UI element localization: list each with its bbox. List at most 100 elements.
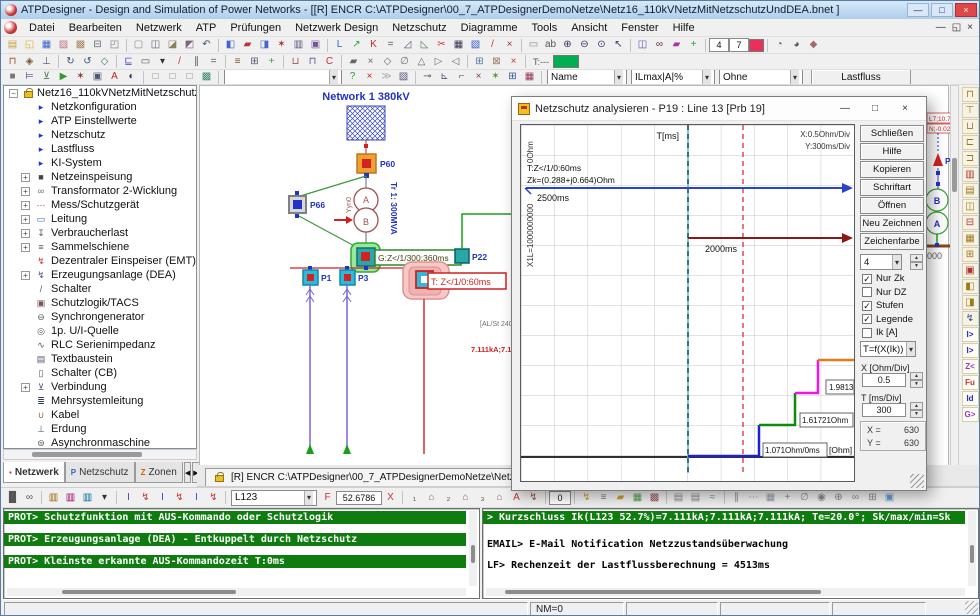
fault-3pol-icon[interactable]: ₃ [474, 490, 491, 505]
schliessen-button[interactable]: Schließen [860, 125, 924, 142]
triangle-up-icon[interactable]: △ [413, 54, 430, 69]
expander-icon[interactable]: + [21, 229, 30, 238]
menu-ansicht[interactable]: Ansicht [564, 20, 614, 36]
shape-menu-icon[interactable]: ▾ [154, 54, 171, 69]
menu-bearbeiten[interactable]: Bearbeiten [62, 20, 129, 36]
lightning-marker-icon[interactable]: ↯ [525, 490, 542, 505]
strip-p1-device[interactable] [933, 153, 943, 166]
align-left-icon[interactable]: ⊑ [120, 54, 137, 69]
tree-item-rlc-serienimpedanz[interactable]: ∿RLC Serienimpedanz [4, 338, 196, 352]
menu-pr-fungen[interactable]: Prüfungen [223, 20, 288, 36]
current-phase-b-icon[interactable]: I [154, 490, 171, 505]
tree-item-sammelschiene[interactable]: +≡Sammelschiene [4, 240, 196, 254]
tree-item-transformator-2-wicklung[interactable]: +∞Transformator 2-Wicklung [4, 184, 196, 198]
dim-inf-icon[interactable]: ∞ [847, 490, 864, 505]
new-network-icon[interactable]: ▤ [4, 38, 21, 53]
dim-cross-icon[interactable]: + [779, 490, 796, 505]
fill-dark-icon[interactable]: ■ [4, 70, 21, 85]
marker-icon[interactable]: ▰ [668, 38, 685, 53]
dialog-maximize-button[interactable]: □ [860, 103, 890, 114]
palette-device-8-icon[interactable]: ◧ [962, 279, 979, 294]
checkbox-box[interactable]: ✓ [862, 274, 872, 284]
checkbox-box[interactable] [862, 328, 872, 338]
tree-item-atp-einstellwerte[interactable]: ▸ATP Einstellwerte [4, 114, 196, 128]
calculation-console[interactable]: > Kurzschluss Ik(L123 52.7%)=7.111kA;7.1… [482, 508, 979, 599]
junction-add-icon[interactable]: + [263, 54, 280, 69]
palette-device-5-icon[interactable]: ▦ [962, 231, 979, 246]
sequence-a-icon[interactable]: ↯ [578, 490, 595, 505]
fault-loc-3-icon[interactable]: ⌂ [491, 490, 508, 505]
dialog-titlebar[interactable]: Netzschutz analysieren - P19 : Line 13 [… [512, 97, 926, 121]
relay-ground-icon[interactable]: G> [962, 407, 979, 422]
sequence-grid-icon[interactable]: ▦ [629, 490, 646, 505]
print-icon[interactable]: ⊟ [89, 38, 106, 53]
protection-a-icon[interactable]: ▥ [45, 490, 62, 505]
oeffnen-button[interactable]: Öffnen [860, 197, 924, 214]
stufe-combo[interactable]: 4 ▾ [860, 254, 902, 270]
window-grid-icon[interactable]: ◨ [256, 38, 273, 53]
run-icon[interactable]: ▶ [55, 70, 72, 85]
palette-device-9-icon[interactable]: ◨ [962, 295, 979, 310]
tree-item-ki-system[interactable]: ▸KI-System [4, 156, 196, 170]
diagram-a-icon[interactable]: ◿ [399, 38, 416, 53]
checkbox-box[interactable] [862, 287, 872, 297]
tree-item-mehrsystemleitung[interactable]: ≣Mehrsystemleitung [4, 394, 196, 408]
menu-netzwerk-design[interactable]: Netzwerk Design [288, 20, 385, 36]
relay-differential-icon[interactable]: Id [962, 391, 979, 406]
sequence-matrix-icon[interactable]: ▩ [646, 490, 663, 505]
zoom-level-field[interactable]: 4 [709, 38, 729, 52]
connector-icon[interactable]: ⊸ [419, 70, 436, 85]
counter-field[interactable]: 0 [549, 491, 571, 505]
console-hscrollbar[interactable] [486, 588, 965, 596]
logic-xor-icon[interactable]: ⊻ [38, 70, 55, 85]
open-icon[interactable]: ◱ [21, 38, 38, 53]
matrix-b-icon[interactable]: ▦ [521, 70, 538, 85]
board-icon[interactable]: ▣ [307, 38, 324, 53]
palette-device-1-icon[interactable]: ▥ [962, 167, 979, 182]
dropdown-arrow-icon[interactable]: ▾ [790, 70, 799, 84]
report-b-icon[interactable]: ▤ [687, 490, 704, 505]
tree-item-netzschutz[interactable]: ▸Netzschutz [4, 128, 196, 142]
dropdown-arrow-icon[interactable]: ▾ [906, 342, 915, 356]
pan-view-icon[interactable]: ◫ [634, 38, 651, 53]
palette-bus-4-icon[interactable]: ⊏ [962, 135, 979, 150]
fault-loc-1-icon[interactable]: ⌂ [423, 490, 440, 505]
save-icon[interactable]: ▦ [38, 38, 55, 53]
menu-fenster[interactable]: Fenster [614, 20, 665, 36]
tree-item-lastfluss[interactable]: ▸Lastfluss [4, 142, 196, 156]
checkbox-nur-dz[interactable]: Nur DZ [862, 286, 913, 300]
relay-overcurrent-1-icon[interactable]: I> [962, 327, 979, 342]
palette-device-2-icon[interactable]: ▤ [962, 183, 979, 198]
scroll-thumb[interactable] [32, 452, 142, 457]
dialog-resize-grip[interactable] [910, 474, 924, 488]
relay-fuse-icon[interactable]: Fu [962, 375, 979, 390]
dropdown-arrow-icon[interactable]: ▾ [329, 70, 338, 84]
delete-icon[interactable]: × [501, 38, 518, 53]
tree-item-verbindung[interactable]: +⊻Verbindung [4, 380, 196, 394]
palette-link-icon[interactable]: ↯ [962, 311, 979, 326]
tree-item-dezentraler-einspeiser-emt[interactable]: ↯Dezentraler Einspeiser (EMT) [4, 254, 196, 268]
grid-size-field[interactable]: 7 [729, 38, 749, 52]
checkbox-legende[interactable]: ✓Legende [862, 313, 913, 327]
mdi-restore-button[interactable]: ◱ [952, 22, 961, 33]
tab-zonen[interactable]: ZZonen [135, 462, 183, 483]
panel-b-icon[interactable]: ▣ [89, 70, 106, 85]
fault-phase-combo[interactable]: L123▾ [231, 490, 317, 506]
tab-netzwerk[interactable]: ▪Netzwerk [3, 462, 65, 483]
dim-grid-icon[interactable]: ▦ [762, 490, 779, 505]
new-sheet-icon[interactable]: ▢ [130, 38, 147, 53]
palette-bus-3-icon[interactable]: ⊔ [962, 119, 979, 134]
pattern-box-icon[interactable]: ▩ [198, 70, 215, 85]
shape-rect-icon[interactable]: ▭ [137, 54, 154, 69]
null-tool-icon[interactable]: ∅ [396, 54, 413, 69]
tree-item-leitung[interactable]: +▭Leitung [4, 212, 196, 226]
add-grid-icon[interactable]: ⊞ [504, 70, 521, 85]
tree-item-kabel[interactable]: ∪Kabel [4, 408, 196, 422]
console-vscrollbar[interactable] [469, 511, 477, 586]
palette-device-7-icon[interactable]: ▣ [962, 263, 979, 278]
tree-item-textbaustein[interactable]: ▤Textbaustein [4, 352, 196, 366]
fault-loc-2-icon[interactable]: ⌂ [457, 490, 474, 505]
zoom-out-icon[interactable]: ⊖ [576, 38, 593, 53]
mode-combo[interactable]: T=f(X(Ik)) ▾ [860, 341, 916, 357]
palette-device-4-icon[interactable]: ⊟ [962, 215, 979, 230]
